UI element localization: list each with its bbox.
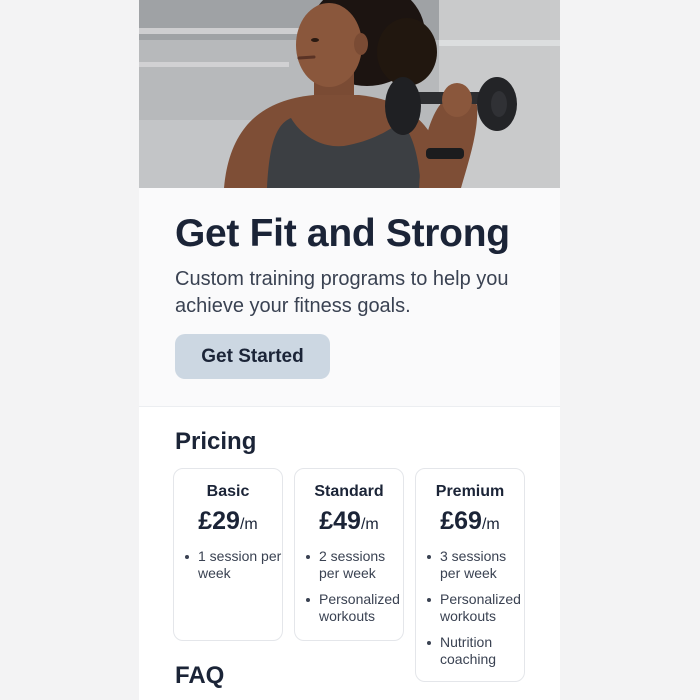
plan-price: £29/m bbox=[174, 507, 282, 536]
landing-page: Get Fit and Strong Custom training progr… bbox=[139, 0, 560, 700]
plan-feature: Nutrition coaching bbox=[426, 634, 524, 668]
plan-price-unit: /m bbox=[239, 516, 258, 533]
plan-features: 3 sessions per week Personalized workout… bbox=[416, 548, 524, 668]
faq-heading: FAQ bbox=[175, 662, 225, 689]
plan-card-premium[interactable]: Premium £69/m 3 sessions per week Person… bbox=[415, 468, 525, 682]
hero-title: Get Fit and Strong bbox=[175, 212, 510, 255]
plan-feature: 2 sessions per week bbox=[305, 548, 403, 582]
plan-card-standard[interactable]: Standard £49/m 2 sessions per week Perso… bbox=[294, 468, 404, 641]
plan-feature: 3 sessions per week bbox=[426, 548, 524, 582]
plan-price-amount: £29 bbox=[198, 507, 240, 535]
hero-subtitle: Custom training programs to help you ach… bbox=[175, 268, 509, 317]
plan-features: 2 sessions per week Personalized workout… bbox=[295, 548, 403, 625]
plan-price-unit: /m bbox=[360, 516, 379, 533]
plan-price-amount: £49 bbox=[319, 507, 361, 535]
hero-section: Get Fit and Strong Custom training progr… bbox=[139, 188, 560, 407]
plan-features: 1 session per week bbox=[174, 548, 282, 582]
plan-card-basic[interactable]: Basic £29/m 1 session per week bbox=[173, 468, 283, 641]
plan-price-amount: £69 bbox=[440, 507, 482, 535]
plan-price: £69/m bbox=[416, 507, 524, 536]
plan-price: £49/m bbox=[295, 507, 403, 536]
plan-feature: Personalized workouts bbox=[426, 591, 524, 625]
plan-price-unit: /m bbox=[481, 516, 500, 533]
plan-feature: 1 session per week bbox=[184, 548, 282, 582]
plan-feature: Personalized workouts bbox=[305, 591, 403, 625]
plan-name: Standard bbox=[314, 483, 384, 500]
hero-image bbox=[139, 0, 560, 188]
plan-name: Premium bbox=[435, 483, 505, 500]
get-started-button[interactable]: Get Started bbox=[175, 334, 330, 379]
plan-name: Basic bbox=[206, 483, 250, 500]
pricing-heading: Pricing bbox=[175, 428, 257, 455]
